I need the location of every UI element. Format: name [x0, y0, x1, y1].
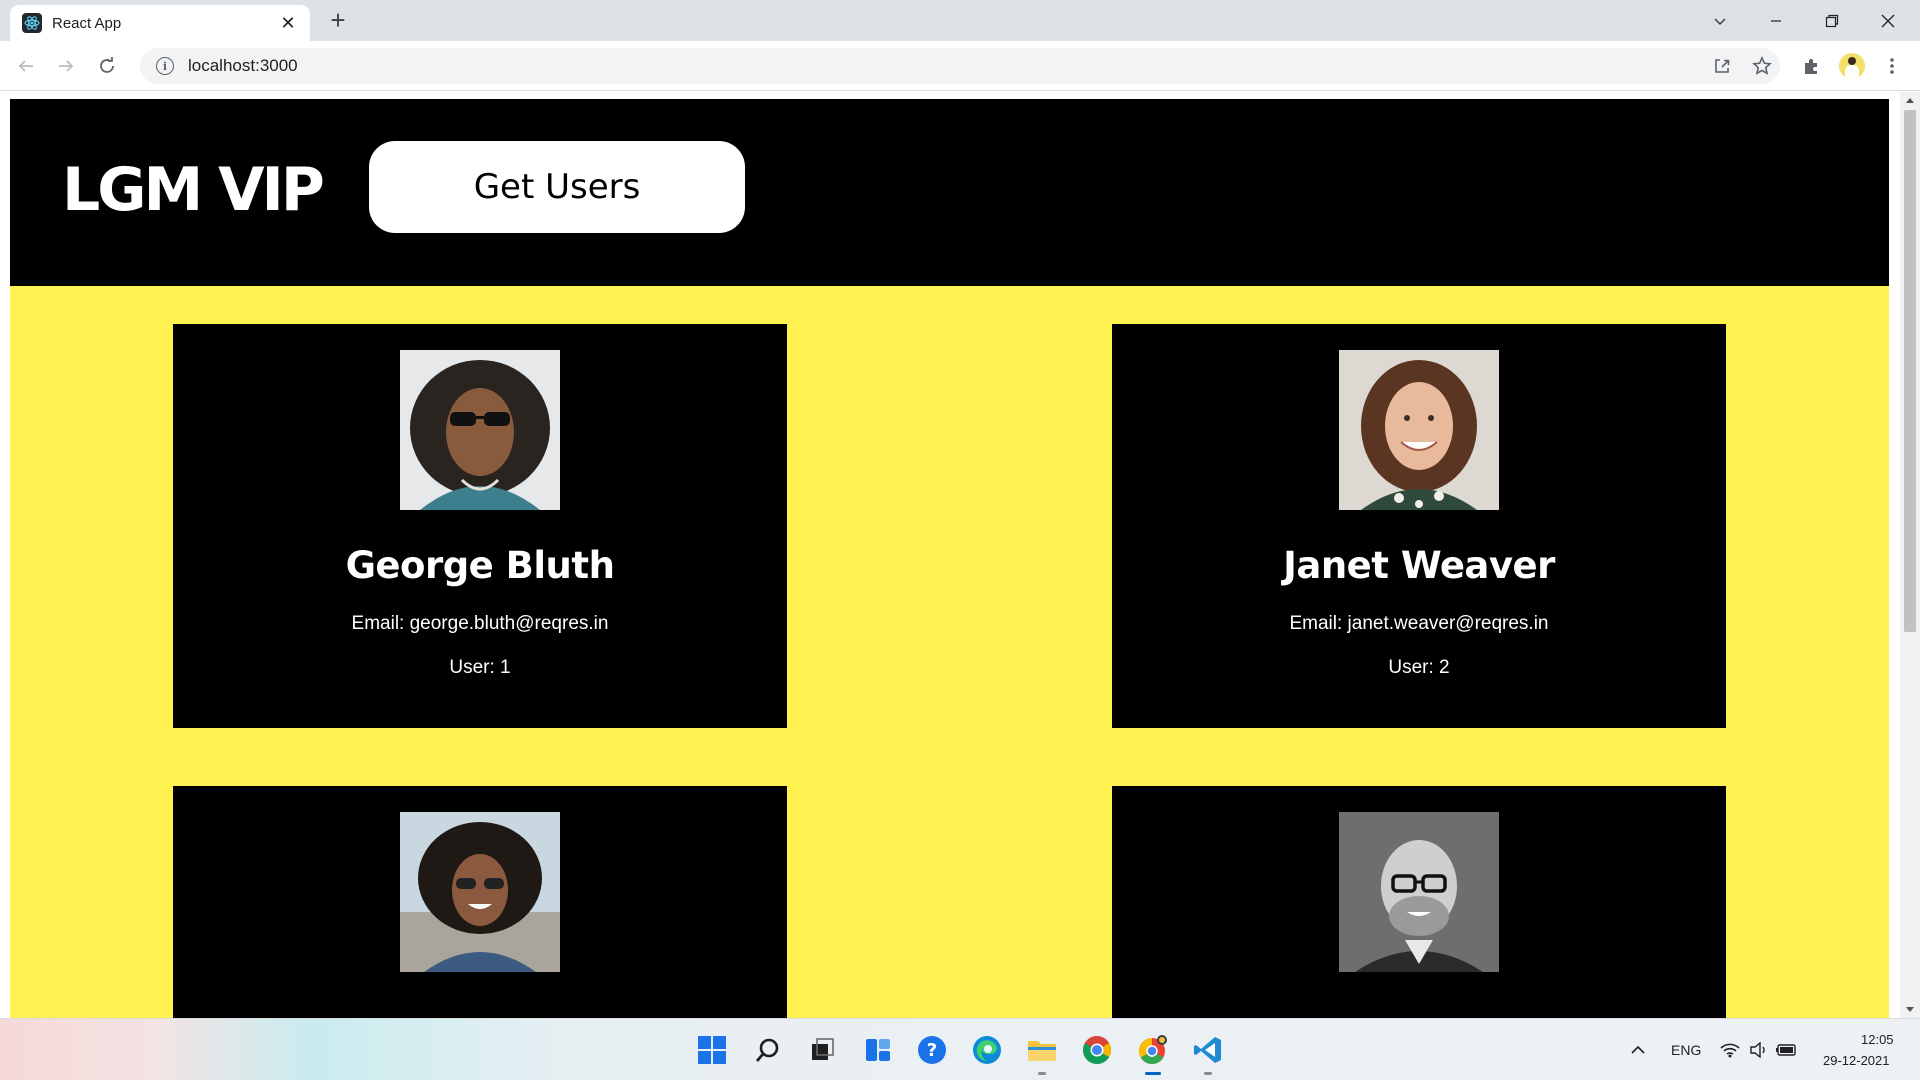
edge-icon[interactable] — [968, 1031, 1006, 1069]
tab-close-icon[interactable]: ✕ — [278, 13, 298, 34]
browser-menu-icon[interactable] — [1876, 50, 1908, 82]
restore-button[interactable] — [1804, 0, 1860, 41]
back-arrow-icon[interactable] — [10, 50, 42, 82]
active-indicator — [1145, 1072, 1161, 1075]
running-indicator — [1038, 1072, 1046, 1075]
user-avatar-photo — [400, 812, 560, 972]
scrollbar-thumb[interactable] — [1904, 110, 1916, 632]
battery-icon[interactable] — [1774, 1031, 1798, 1069]
app-header: LGM VIP Get Users — [10, 99, 1889, 286]
new-tab-button[interactable]: + — [324, 7, 352, 35]
close-window-button[interactable] — [1860, 0, 1916, 41]
user-avatar-photo — [1339, 350, 1499, 510]
extensions-puzzle-icon[interactable] — [1796, 50, 1828, 82]
widgets-icon[interactable] — [859, 1031, 897, 1069]
address-url: localhost:3000 — [188, 56, 298, 75]
start-icon[interactable] — [693, 1031, 731, 1069]
page-scrollbar[interactable] — [1900, 92, 1920, 1018]
clock-time[interactable]: 12:05 — [1861, 1032, 1894, 1047]
users-grid: George Bluth Email: george.bluth@reqres.… — [10, 286, 1889, 1018]
user-card: George Bluth Email: george.bluth@reqres.… — [173, 324, 787, 728]
language-indicator[interactable]: ENG — [1671, 1042, 1701, 1058]
search-icon[interactable] — [749, 1031, 787, 1069]
page-viewport: LGM VIP Get Users George Bluth Email: ge… — [0, 92, 1900, 1018]
vscode-icon[interactable] — [1189, 1031, 1227, 1075]
bookmark-star-icon[interactable] — [1746, 50, 1778, 82]
share-icon[interactable] — [1706, 50, 1738, 82]
running-indicator — [1204, 1072, 1212, 1075]
react-favicon-icon — [22, 13, 42, 33]
windows-taskbar: ? ENG 12:05 29-12-2021 — [0, 1018, 1920, 1080]
browser-toolbar: i localhost:3000 — [0, 41, 1920, 91]
user-card: Janet Weaver Email: janet.weaver@reqres.… — [1112, 324, 1726, 728]
get-users-button[interactable]: Get Users — [369, 141, 745, 233]
user-card — [1112, 786, 1726, 1018]
tab-title: React App — [52, 14, 122, 32]
browser-tab-strip: React App ✕ + — [0, 0, 1920, 41]
task-view-icon[interactable] — [803, 1031, 841, 1069]
file-explorer-icon[interactable] — [1023, 1031, 1061, 1075]
svg-text:?: ? — [927, 1040, 937, 1061]
user-name: George Bluth — [345, 544, 615, 587]
tab-search-chevron-icon[interactable] — [1692, 0, 1748, 41]
browser-tab[interactable]: React App ✕ — [10, 5, 310, 41]
scroll-up-arrow-icon[interactable] — [1900, 92, 1920, 108]
site-info-icon[interactable]: i — [156, 57, 174, 75]
user-avatar-photo — [400, 350, 560, 510]
volume-icon[interactable] — [1747, 1031, 1771, 1069]
user-id: User: 2 — [1388, 657, 1450, 678]
scroll-down-arrow-icon[interactable] — [1900, 1002, 1920, 1018]
show-hidden-icons-chevron-icon[interactable] — [1626, 1031, 1650, 1069]
chrome-icon[interactable] — [1078, 1031, 1116, 1069]
user-name: Janet Weaver — [1283, 544, 1555, 587]
profile-avatar[interactable] — [1836, 50, 1868, 82]
wifi-icon[interactable] — [1718, 1031, 1742, 1069]
brand-logo: LGM VIP — [62, 155, 325, 225]
forward-arrow-icon[interactable] — [50, 50, 82, 82]
help-icon[interactable]: ? — [913, 1031, 951, 1069]
user-card — [173, 786, 787, 1018]
user-email: Email: george.bluth@reqres.in — [351, 613, 609, 634]
clock-date[interactable]: 29-12-2021 — [1823, 1053, 1890, 1068]
reload-icon[interactable] — [91, 50, 123, 82]
user-id: User: 1 — [449, 657, 511, 678]
address-bar[interactable]: i localhost:3000 — [140, 48, 1780, 84]
user-email: Email: janet.weaver@reqres.in — [1289, 613, 1549, 634]
minimize-button[interactable] — [1748, 0, 1804, 41]
user-avatar-photo — [1339, 812, 1499, 972]
chrome-canary-icon[interactable] — [1134, 1031, 1172, 1075]
